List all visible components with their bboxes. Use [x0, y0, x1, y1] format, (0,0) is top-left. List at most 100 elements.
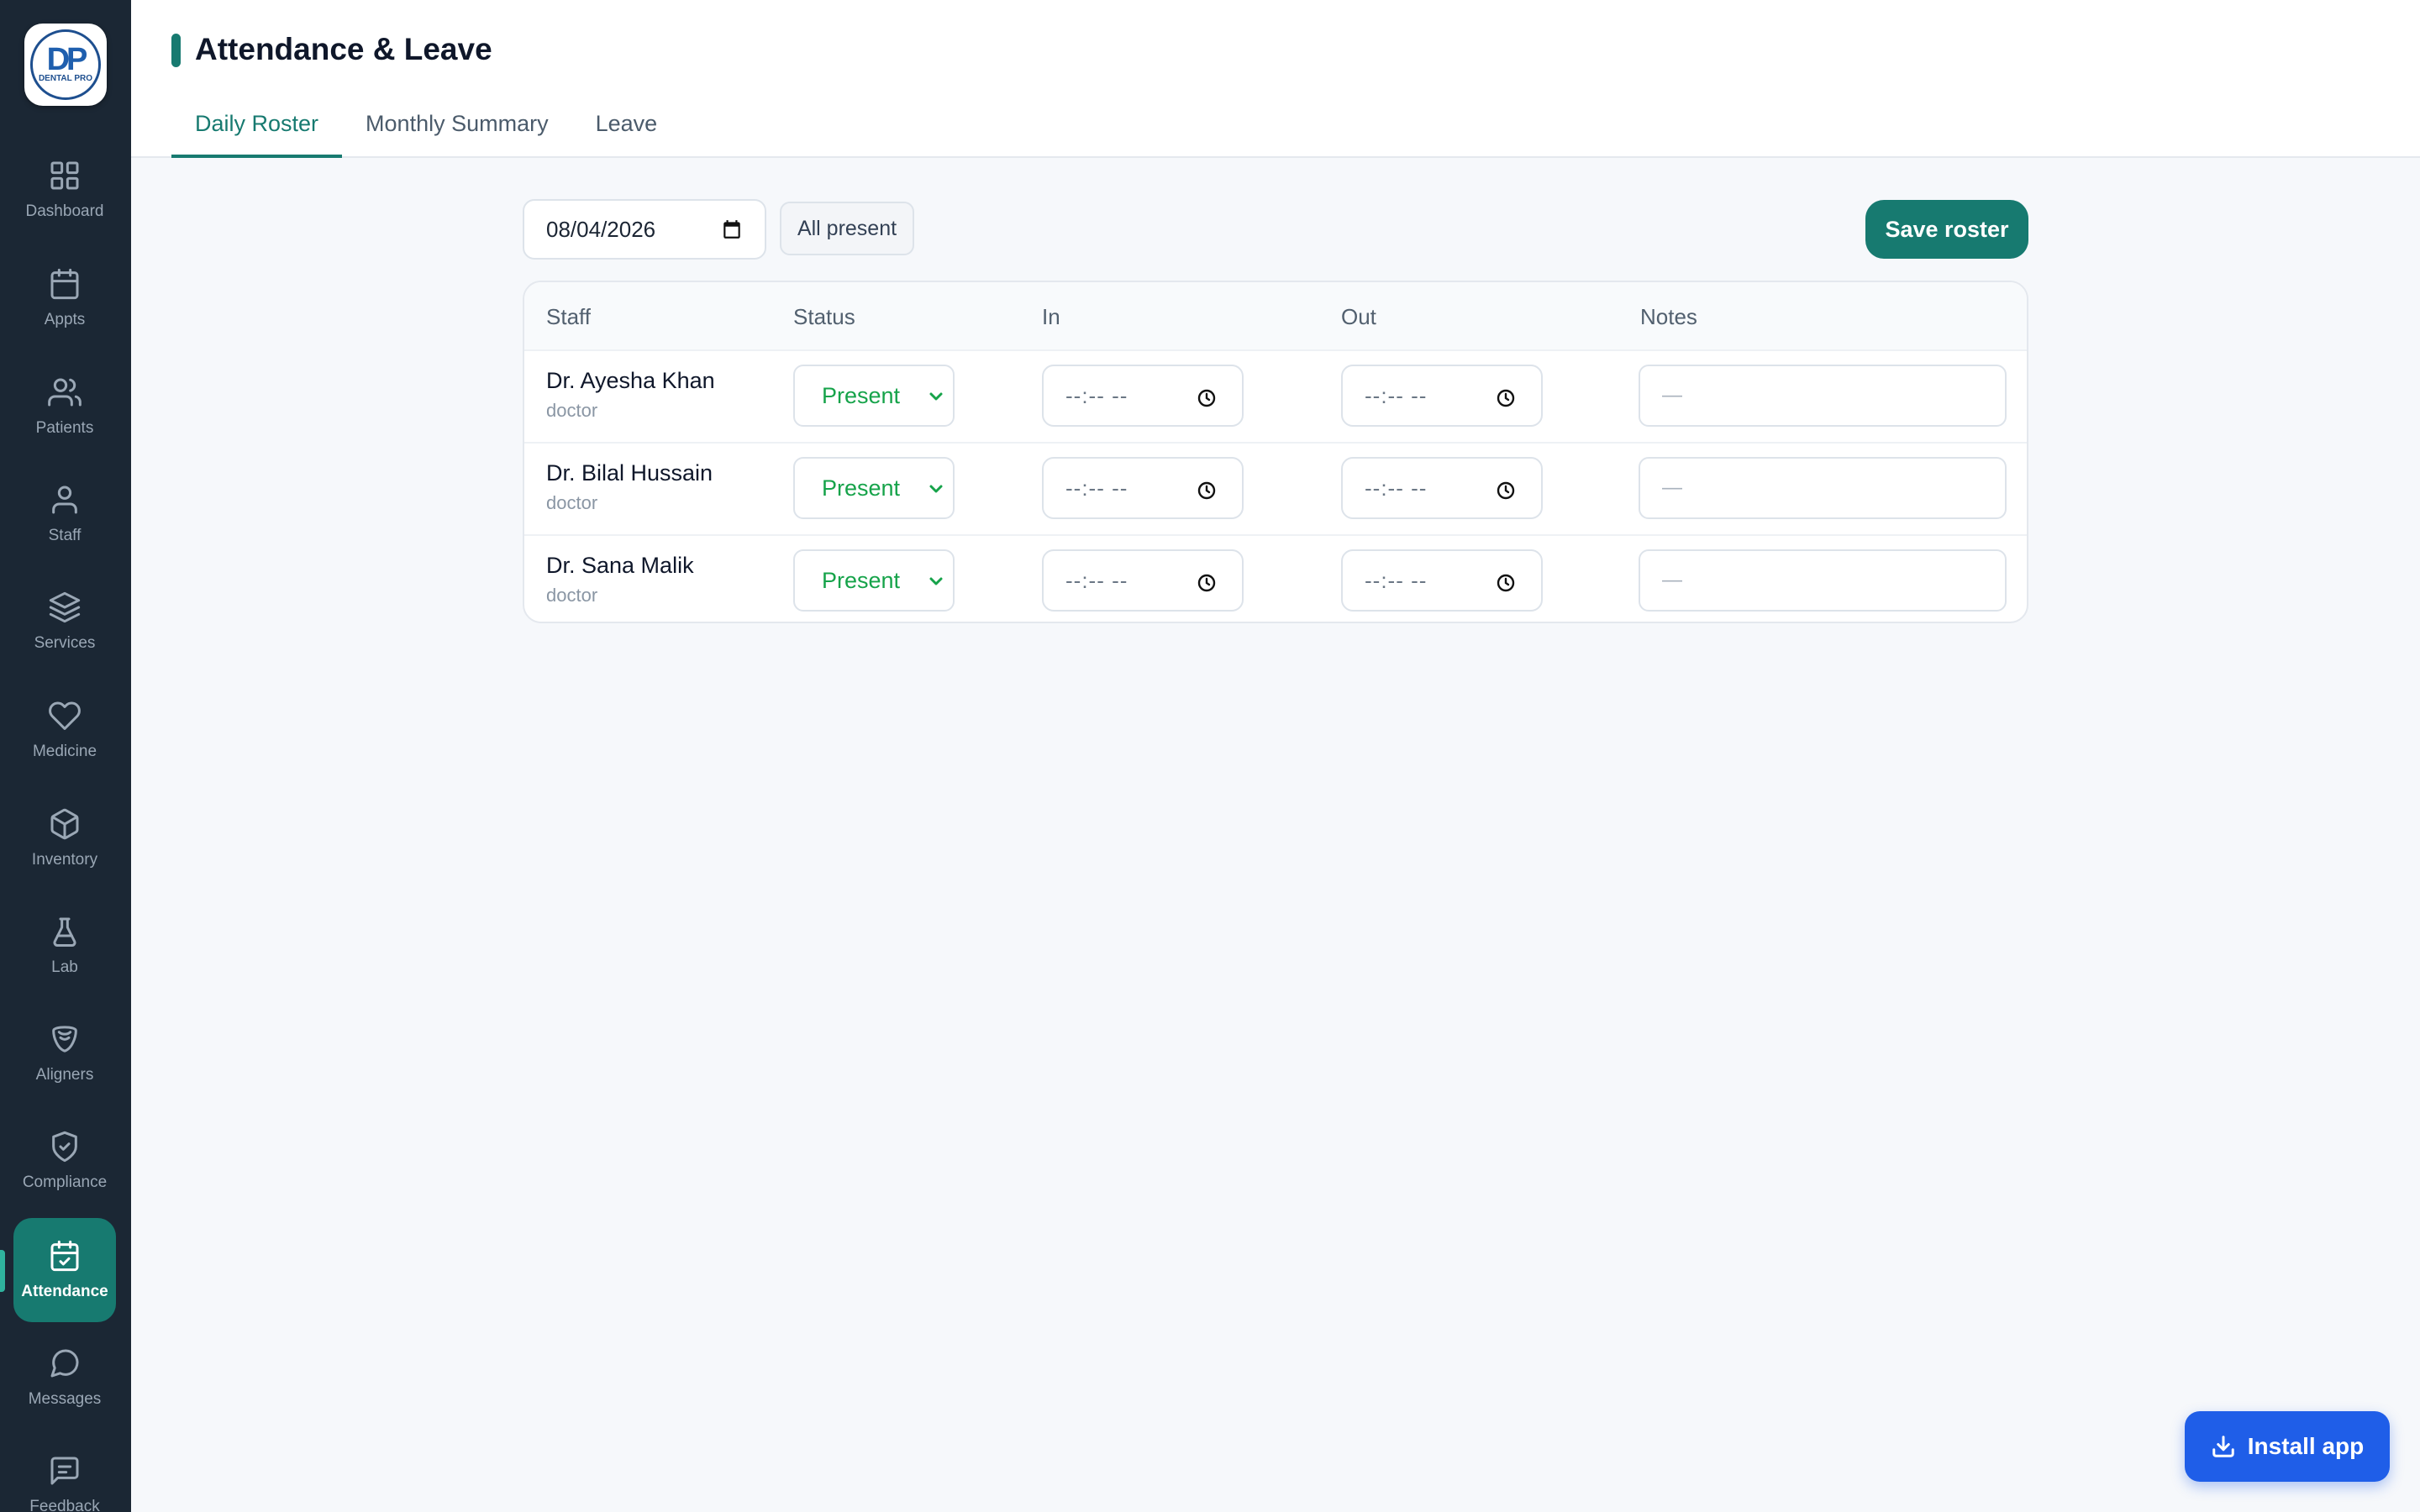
column-header-staff: Staff: [546, 304, 592, 329]
table-row: Dr. Sana Malik doctor Present --:-- -- -…: [524, 534, 2027, 622]
time-out-input[interactable]: --:-- --: [1341, 457, 1543, 519]
title-accent-bar: [171, 34, 181, 67]
status-value: Present: [822, 567, 901, 593]
layers-icon: [49, 591, 81, 623]
sidebar-item-appts[interactable]: Appts: [13, 246, 116, 350]
clock-icon[interactable]: [1496, 480, 1516, 501]
status-select[interactable]: Present: [793, 365, 955, 427]
clock-icon[interactable]: [1197, 480, 1217, 501]
time-in-value: --:-- --: [1065, 567, 1128, 593]
page-header: Attendance & Leave Daily Roster Monthly …: [131, 0, 2420, 158]
calendar-picker-icon[interactable]: [721, 218, 743, 240]
time-in-input[interactable]: --:-- --: [1042, 365, 1244, 427]
save-roster-button[interactable]: Save roster: [1865, 200, 2028, 259]
time-in-value: --:-- --: [1065, 382, 1128, 408]
status-select[interactable]: Present: [793, 549, 955, 612]
roster-table: Staff Status In Out Notes Dr. Ayesha Kha…: [523, 281, 2028, 623]
column-header-in: In: [1042, 304, 1060, 329]
table-header: Staff Status In Out Notes: [524, 282, 2027, 349]
sidebar-item-services[interactable]: Services: [13, 570, 116, 674]
sidebar-item-dashboard[interactable]: Dashboard: [13, 138, 116, 242]
logo-mark: DP: [46, 42, 88, 77]
active-nav-marker: [0, 1250, 5, 1292]
box-icon: [50, 808, 79, 840]
notes-input[interactable]: —: [1639, 365, 2007, 427]
sidebar-item-lab[interactable]: Lab: [13, 894, 116, 998]
sidebar-item-label: Messages: [28, 1390, 102, 1408]
sidebar-item-label: Medicine: [32, 743, 97, 760]
date-picker-input[interactable]: 08/04/2026: [523, 199, 766, 260]
flask-icon: [53, 917, 76, 948]
all-present-button[interactable]: All present: [780, 202, 914, 255]
tab-leave[interactable]: Leave: [572, 92, 681, 158]
sidebar-item-label: Aligners: [35, 1066, 94, 1084]
sidebar-item-staff[interactable]: Staff: [13, 462, 116, 566]
heart-icon: [49, 701, 81, 730]
staff-role: doctor: [546, 492, 598, 513]
chevron-down-icon: [929, 577, 943, 585]
staff-role: doctor: [546, 585, 598, 606]
tab-bar: Daily Roster Monthly Summary Leave: [171, 92, 681, 158]
time-out-value: --:-- --: [1365, 475, 1428, 501]
time-out-value: --:-- --: [1365, 382, 1428, 408]
sidebar-item-medicine[interactable]: Medicine: [13, 678, 116, 782]
install-app-button[interactable]: Install app: [2185, 1411, 2390, 1482]
calendar-check-icon: [50, 1240, 79, 1272]
chevron-down-icon: [929, 392, 943, 401]
message-square-icon: [50, 1457, 79, 1485]
sidebar-item-messages[interactable]: Messages: [13, 1326, 116, 1430]
tab-daily-roster[interactable]: Daily Roster: [171, 92, 343, 158]
chevron-down-icon: [929, 485, 943, 493]
status-select[interactable]: Present: [793, 457, 955, 519]
sidebar-item-label: Inventory: [31, 851, 98, 869]
notes-input[interactable]: —: [1639, 549, 2007, 612]
notes-input[interactable]: —: [1639, 457, 2007, 519]
column-header-out: Out: [1341, 304, 1376, 329]
page-title: Attendance & Leave: [195, 32, 492, 66]
sidebar-item-label: Compliance: [22, 1173, 108, 1191]
user-icon: [52, 486, 77, 514]
logo-badge: DP DENTAL PRO: [30, 29, 101, 100]
clock-icon[interactable]: [1496, 388, 1516, 408]
sidebar-item-inventory[interactable]: Inventory: [13, 786, 116, 890]
status-value: Present: [822, 475, 901, 501]
staff-role: doctor: [546, 400, 598, 421]
aligner-icon: [52, 1026, 77, 1053]
sidebar-item-attendance[interactable]: Attendance: [13, 1218, 116, 1322]
sidebar-item-label: Feedback: [29, 1498, 100, 1512]
time-in-input[interactable]: --:-- --: [1042, 549, 1244, 612]
logo-text: DENTAL PRO: [38, 74, 93, 83]
sidebar-item-label: Lab: [51, 958, 78, 976]
sidebar-item-label: Staff: [48, 527, 82, 544]
download-icon: [2212, 1436, 2234, 1457]
date-value: 08/04/2026: [546, 216, 656, 242]
table-row: Dr. Bilal Hussain doctor Present --:-- -…: [524, 442, 2027, 534]
time-out-input[interactable]: --:-- --: [1341, 365, 1543, 427]
users-icon: [48, 378, 82, 407]
staff-name: Dr. Sana Malik: [546, 553, 694, 578]
sidebar: DP DENTAL PRO Dashboard Appts Patients S…: [0, 0, 131, 1512]
clock-icon[interactable]: [1496, 573, 1516, 593]
time-in-value: --:-- --: [1065, 475, 1128, 501]
install-app-label: Install app: [2247, 1433, 2365, 1459]
sidebar-item-label: Dashboard: [25, 202, 104, 220]
sidebar-item-label: Attendance: [21, 1283, 108, 1300]
clock-icon[interactable]: [1197, 388, 1217, 408]
sidebar-item-label: Services: [34, 634, 96, 652]
column-header-status: Status: [793, 304, 855, 329]
staff-name: Dr. Bilal Hussain: [546, 460, 713, 486]
app-logo[interactable]: DP DENTAL PRO: [24, 24, 107, 106]
tab-monthly-summary[interactable]: Monthly Summary: [342, 92, 572, 158]
sidebar-item-compliance[interactable]: Compliance: [13, 1109, 116, 1213]
sidebar-item-feedback[interactable]: Feedback: [13, 1433, 116, 1512]
sidebar-item-patients[interactable]: Patients: [13, 354, 116, 459]
time-out-input[interactable]: --:-- --: [1341, 549, 1543, 612]
sidebar-item-aligners[interactable]: Aligners: [13, 1001, 116, 1105]
shield-check-icon: [52, 1131, 77, 1163]
calendar-icon: [50, 268, 79, 300]
time-in-input[interactable]: --:-- --: [1042, 457, 1244, 519]
clock-icon[interactable]: [1197, 573, 1217, 593]
time-out-value: --:-- --: [1365, 567, 1428, 593]
staff-name: Dr. Ayesha Khan: [546, 368, 715, 393]
message-circle-icon: [50, 1349, 79, 1378]
